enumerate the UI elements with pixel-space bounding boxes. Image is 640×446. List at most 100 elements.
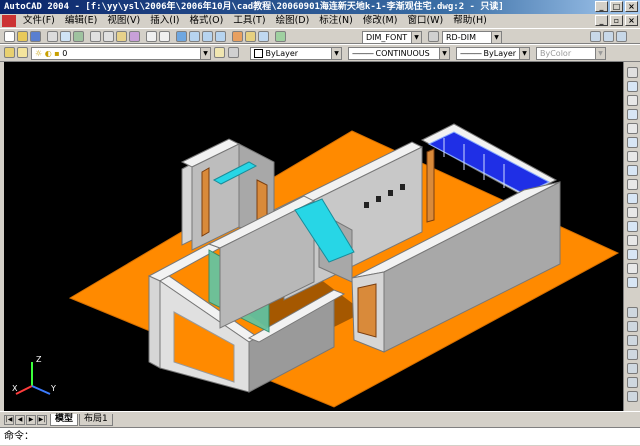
chamfer-icon[interactable] (627, 249, 638, 260)
undo-icon[interactable] (146, 31, 157, 42)
menu-draw[interactable]: 绘图(D) (271, 14, 315, 28)
drawing-viewport[interactable]: Z X Y (4, 62, 623, 411)
layer-previous-icon[interactable] (228, 47, 239, 58)
maximize-button[interactable]: □ (610, 1, 623, 12)
tool-palettes-icon[interactable] (258, 31, 269, 42)
lengthen-icon[interactable] (627, 193, 638, 204)
open-icon[interactable] (17, 31, 28, 42)
zoom-window-icon[interactable] (202, 31, 213, 42)
minimize-button[interactable]: _ (595, 1, 608, 12)
plotstyle-combo[interactable]: ByColor ▼ (536, 47, 606, 60)
menu-modify[interactable]: 修改(M) (358, 14, 403, 28)
torus-icon[interactable] (627, 377, 638, 388)
layers-properties-toolbar: ☼ ◐ ▪ 0 ▼ ByLayer ▼ ——— CONTINUOUS ▼ ——— By… (0, 44, 640, 62)
dimension-style-icon[interactable] (428, 31, 439, 42)
zoom-realtime-icon[interactable] (189, 31, 200, 42)
pan-icon[interactable] (176, 31, 187, 42)
chevron-down-icon[interactable]: ▼ (595, 48, 605, 59)
chevron-down-icon[interactable]: ▼ (411, 32, 421, 43)
prev-tab-icon[interactable]: ◀ (15, 415, 25, 425)
layer-combo[interactable]: ☼ ◐ ▪ 0 ▼ (31, 47, 211, 60)
title-bar: AutoCAD 2004 - [f:\yy\ysl\2006年\2006年10月… (0, 0, 640, 14)
menu-dimension[interactable]: 标注(N) (314, 14, 358, 28)
extrude-icon[interactable] (627, 391, 638, 402)
scale-icon[interactable] (627, 165, 638, 176)
menu-window[interactable]: 窗口(W) (402, 14, 448, 28)
rotate-icon[interactable] (627, 151, 638, 162)
lineweight-combo[interactable]: ——— ByLayer ▼ (456, 47, 530, 60)
mirror-icon[interactable] (627, 95, 638, 106)
zoom-previous-icon[interactable] (215, 31, 226, 42)
menu-tools[interactable]: 工具(T) (228, 14, 270, 28)
sphere-icon[interactable] (627, 321, 638, 332)
first-tab-icon[interactable]: |◀ (4, 415, 14, 425)
wall-front-left-face (148, 275, 161, 369)
document-icon[interactable] (2, 15, 16, 27)
chevron-down-icon[interactable]: ▼ (331, 48, 341, 59)
copy-icon[interactable] (103, 31, 114, 42)
fillet-icon[interactable] (627, 263, 638, 274)
erase-icon[interactable] (627, 67, 638, 78)
close-button[interactable]: × (625, 1, 638, 12)
doc-minimize-button[interactable]: _ (595, 15, 608, 26)
chevron-down-icon[interactable]: ▼ (491, 32, 501, 43)
menu-format[interactable]: 格式(O) (184, 14, 228, 28)
standard-toolbar: DIM_FONT ▼ RD-DIM ▼ (0, 28, 640, 44)
save-icon[interactable] (30, 31, 41, 42)
last-tab-icon[interactable]: ▶| (37, 415, 47, 425)
explode-icon[interactable] (627, 277, 638, 288)
view-toolbar-icon[interactable] (590, 31, 601, 42)
move-icon[interactable] (627, 137, 638, 148)
shade-toolbar-icon[interactable] (603, 31, 614, 42)
publish-icon[interactable] (73, 31, 84, 42)
stretch-icon[interactable] (627, 179, 638, 190)
copy-object-icon[interactable] (627, 81, 638, 92)
menu-help[interactable]: 帮助(H) (448, 14, 492, 28)
window-title: AutoCAD 2004 - [f:\yy\ysl\2006年\2006年10月… (4, 2, 504, 12)
extend-icon[interactable] (627, 221, 638, 232)
design-center-icon[interactable] (245, 31, 256, 42)
wedge-icon[interactable] (627, 363, 638, 374)
menu-edit[interactable]: 编辑(E) (60, 14, 102, 28)
layer-manager-icon[interactable] (4, 47, 15, 58)
cylinder-icon[interactable] (627, 335, 638, 346)
modify-toolbar (623, 62, 640, 411)
properties-icon[interactable] (232, 31, 243, 42)
redo-icon[interactable] (159, 31, 170, 42)
lineweight-value: ByLayer (483, 49, 517, 58)
layer-state-icon[interactable] (17, 47, 28, 58)
new-icon[interactable] (4, 31, 15, 42)
orbit-toolbar-icon[interactable] (616, 31, 627, 42)
model-3d-view (68, 123, 620, 408)
print-icon[interactable] (47, 31, 58, 42)
tab-layout1[interactable]: 布局1 (79, 414, 113, 426)
help-icon[interactable] (275, 31, 286, 42)
chevron-down-icon[interactable]: ▼ (519, 48, 529, 59)
doc-close-button[interactable]: × (625, 15, 638, 26)
next-tab-icon[interactable]: ▶ (26, 415, 36, 425)
box-solid-icon[interactable] (627, 307, 638, 318)
tab-model[interactable]: 模型 (50, 414, 79, 426)
chevron-down-icon[interactable]: ▼ (200, 48, 210, 59)
make-current-layer-icon[interactable] (214, 47, 225, 58)
cone-icon[interactable] (627, 349, 638, 360)
offset-icon[interactable] (627, 109, 638, 120)
menu-insert[interactable]: 插入(I) (145, 14, 184, 28)
color-combo[interactable]: ByLayer ▼ (250, 47, 342, 60)
paste-icon[interactable] (116, 31, 127, 42)
command-line[interactable]: 命令： (0, 427, 640, 445)
linetype-combo[interactable]: ——— CONTINUOUS ▼ (348, 47, 450, 60)
cut-icon[interactable] (90, 31, 101, 42)
match-properties-icon[interactable] (129, 31, 140, 42)
dim-style-combo[interactable]: RD-DIM ▼ (442, 31, 502, 44)
break-icon[interactable] (627, 235, 638, 246)
menu-file[interactable]: 文件(F) (18, 14, 60, 28)
trim-icon[interactable] (627, 207, 638, 218)
array-icon[interactable] (627, 123, 638, 134)
linetype-value: CONTINUOUS (375, 49, 430, 58)
text-style-combo[interactable]: DIM_FONT ▼ (362, 31, 422, 44)
doc-restore-button[interactable]: ▫ (610, 15, 623, 26)
chevron-down-icon[interactable]: ▼ (439, 48, 449, 59)
preview-icon[interactable] (60, 31, 71, 42)
menu-view[interactable]: 视图(V) (102, 14, 145, 28)
